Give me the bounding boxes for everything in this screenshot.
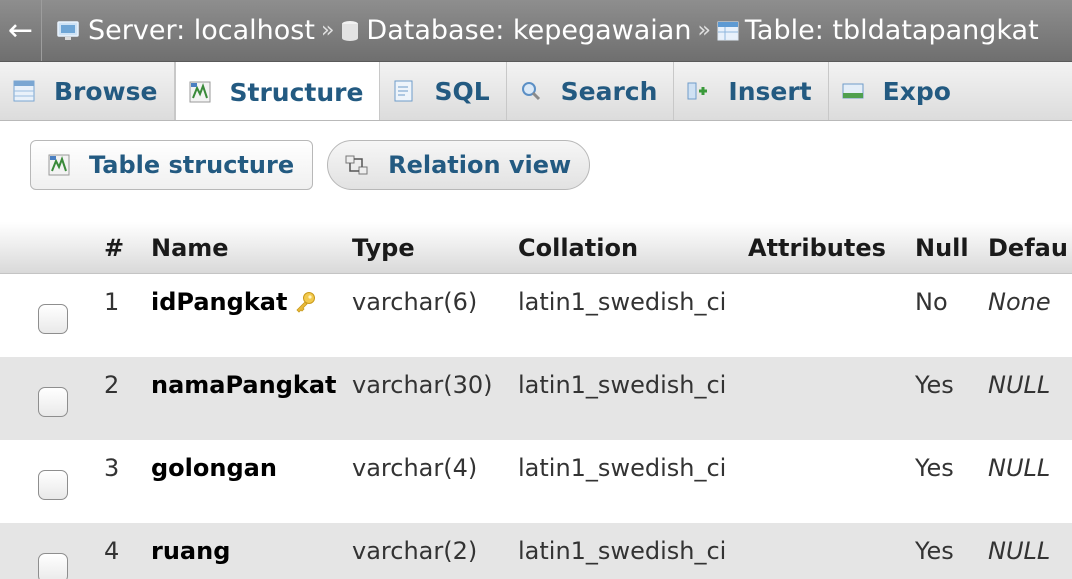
header-attributes[interactable]: Attributes xyxy=(748,222,886,273)
row-checkbox[interactable] xyxy=(38,553,68,579)
tab-export-label: Expo xyxy=(882,76,951,106)
structure-subtabs: Table structure Relation view xyxy=(30,140,591,190)
row-null: Yes xyxy=(915,454,954,482)
table-structure-button[interactable]: Table structure xyxy=(30,140,314,190)
breadcrumb-separator: » xyxy=(320,18,335,43)
tab-structure-label: Structure xyxy=(229,77,364,107)
structure-icon xyxy=(47,153,71,177)
header-type[interactable]: Type xyxy=(352,222,415,273)
table-header: # Name Type Collation Attributes Null De… xyxy=(0,222,1072,274)
row-type: varchar(4) xyxy=(352,454,478,482)
tab-browse-label: Browse xyxy=(54,76,158,106)
header-null[interactable]: Null xyxy=(915,222,969,273)
header-name[interactable]: Name xyxy=(151,222,229,273)
breadcrumb-table-label: Table: tbldatapangkat xyxy=(744,15,1039,46)
header-collation[interactable]: Collation xyxy=(518,222,638,273)
row-name: namaPangkat xyxy=(151,371,337,399)
table-row: 2 namaPangkat varchar(30) latin1_swedish… xyxy=(0,357,1072,440)
tab-export[interactable]: Expo xyxy=(829,62,967,120)
header-num[interactable]: # xyxy=(104,222,124,273)
tab-structure[interactable]: Structure xyxy=(174,62,381,120)
table-structure-label: Table structure xyxy=(89,151,295,179)
row-null: Yes xyxy=(915,537,954,565)
row-collation: latin1_swedish_ci xyxy=(518,537,727,565)
row-checkbox[interactable] xyxy=(38,387,68,417)
row-null: Yes xyxy=(915,371,954,399)
row-default: None xyxy=(988,288,1051,316)
breadcrumb-database-label: Database: kepegawaian xyxy=(366,15,692,46)
row-name: golongan xyxy=(151,454,277,482)
search-icon xyxy=(519,79,543,103)
breadcrumb-database[interactable]: Database: kepegawaian xyxy=(340,15,691,46)
row-name: ruang xyxy=(151,537,231,565)
export-icon xyxy=(841,79,865,103)
table-row: 3 golongan varchar(4) latin1_swedish_ci … xyxy=(0,440,1072,523)
structure-table: # Name Type Collation Attributes Null De… xyxy=(0,222,1072,579)
relation-view-label: Relation view xyxy=(388,151,572,179)
row-num: 4 xyxy=(104,537,120,565)
main-tabs: Browse Structure SQL Search Insert Expo xyxy=(0,62,1072,121)
sql-icon xyxy=(392,79,416,103)
primary-key-icon xyxy=(293,290,317,314)
relation-icon xyxy=(344,153,370,177)
row-num: 3 xyxy=(104,454,120,482)
tab-insert[interactable]: Insert xyxy=(674,62,829,120)
row-collation: latin1_swedish_ci xyxy=(518,371,727,399)
insert-icon xyxy=(686,79,710,103)
back-arrow-icon[interactable]: ← xyxy=(0,0,42,61)
row-default: NULL xyxy=(988,454,1051,482)
header-default[interactable]: Defau xyxy=(988,222,1068,273)
relation-view-button[interactable]: Relation view xyxy=(327,140,591,190)
breadcrumb: ← Server: localhost » Database: kepegawa… xyxy=(0,0,1072,62)
row-type: varchar(30) xyxy=(352,371,493,399)
tab-insert-label: Insert xyxy=(728,76,812,106)
browse-icon xyxy=(12,79,36,103)
row-name-cell: idPangkat xyxy=(151,274,317,357)
row-type: varchar(2) xyxy=(352,537,478,565)
breadcrumb-server-label: Server: localhost xyxy=(88,15,315,46)
row-name: idPangkat xyxy=(151,288,288,316)
breadcrumb-table[interactable]: Table: tbldatapangkat xyxy=(717,15,1039,46)
row-collation: latin1_swedish_ci xyxy=(518,454,727,482)
row-null: No xyxy=(915,288,948,316)
structure-icon xyxy=(188,80,212,104)
row-default: NULL xyxy=(988,537,1051,565)
breadcrumb-separator: » xyxy=(697,18,711,43)
tab-sql-label: SQL xyxy=(434,76,490,106)
row-num: 2 xyxy=(104,371,120,399)
row-checkbox[interactable] xyxy=(38,304,68,334)
table-icon xyxy=(717,20,739,42)
row-collation: latin1_swedish_ci xyxy=(518,288,727,316)
breadcrumb-server[interactable]: Server: localhost xyxy=(56,15,315,46)
tab-search-label: Search xyxy=(560,76,658,106)
row-type: varchar(6) xyxy=(352,288,478,316)
row-checkbox[interactable] xyxy=(38,470,68,500)
tab-sql[interactable]: SQL xyxy=(380,62,507,120)
row-num: 1 xyxy=(104,288,120,316)
database-icon xyxy=(340,19,360,43)
table-row: 1 idPangkat varchar(6) latin1_swedish_ci… xyxy=(0,274,1072,357)
row-default: NULL xyxy=(988,371,1051,399)
server-icon xyxy=(56,19,82,43)
tab-browse[interactable]: Browse xyxy=(0,62,175,120)
tab-search[interactable]: Search xyxy=(507,62,675,120)
table-row: 4 ruang varchar(2) latin1_swedish_ci Yes… xyxy=(0,523,1072,579)
